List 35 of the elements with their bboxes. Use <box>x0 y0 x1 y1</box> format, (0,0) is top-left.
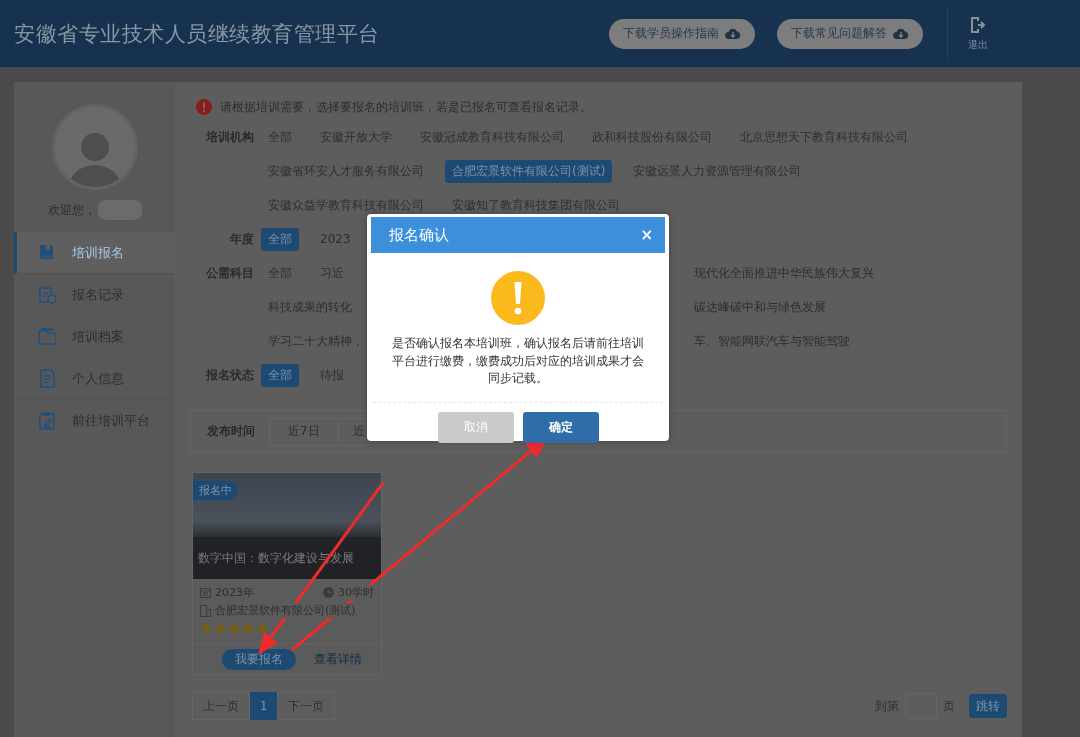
dialog-title: 报名确认 <box>389 225 450 245</box>
status-badge: 报名中 <box>193 481 238 500</box>
calendar-icon <box>200 587 211 598</box>
document-icon <box>38 369 56 388</box>
clock-icon <box>323 587 334 598</box>
enroll-button[interactable]: 我要报名 <box>222 649 296 670</box>
logout-button[interactable]: 退出 <box>968 15 988 52</box>
building-icon <box>200 604 211 617</box>
filter-option[interactable]: 合肥宏景软件有限公司(测试) <box>445 159 613 183</box>
star-icon <box>200 621 213 635</box>
details-link[interactable]: 查看详情 <box>314 651 362 668</box>
cloud-download-icon <box>725 27 741 40</box>
calendar-document-icon <box>38 285 56 304</box>
confirm-button[interactable]: 确定 <box>522 411 599 443</box>
folder-icon <box>38 327 56 346</box>
book-icon <box>38 243 56 262</box>
star-icon <box>256 621 269 635</box>
dialog-message: 是否确认报名本培训班，确认报名后请前往培训平台进行缴费，缴费成功后对应的培训成果才会同步记载。 <box>391 335 645 387</box>
warning-icon <box>491 271 545 325</box>
page-button[interactable]: 1 <box>250 692 278 720</box>
site-title: 安徽省专业技术人员继续教育管理平台 <box>14 20 381 48</box>
clipboard-pen-icon <box>38 411 56 430</box>
error-icon <box>196 99 212 115</box>
filter-option[interactable]: 全部 <box>261 227 299 251</box>
close-button[interactable]: × <box>638 226 655 244</box>
star-icon <box>242 621 255 635</box>
download-button[interactable]: 下载常见问题解答 <box>777 18 923 49</box>
star-icon <box>214 621 227 635</box>
jump-button[interactable]: 跳转 <box>969 694 1007 718</box>
filter-option[interactable]: 全部 <box>261 363 299 387</box>
sidebar-item[interactable]: 培训报名 <box>14 232 175 274</box>
door-exit-icon <box>970 15 986 34</box>
download-button[interactable]: 下载学员操作指南 <box>609 18 755 49</box>
star-icon <box>228 621 241 635</box>
cloud-download-icon <box>893 27 909 40</box>
